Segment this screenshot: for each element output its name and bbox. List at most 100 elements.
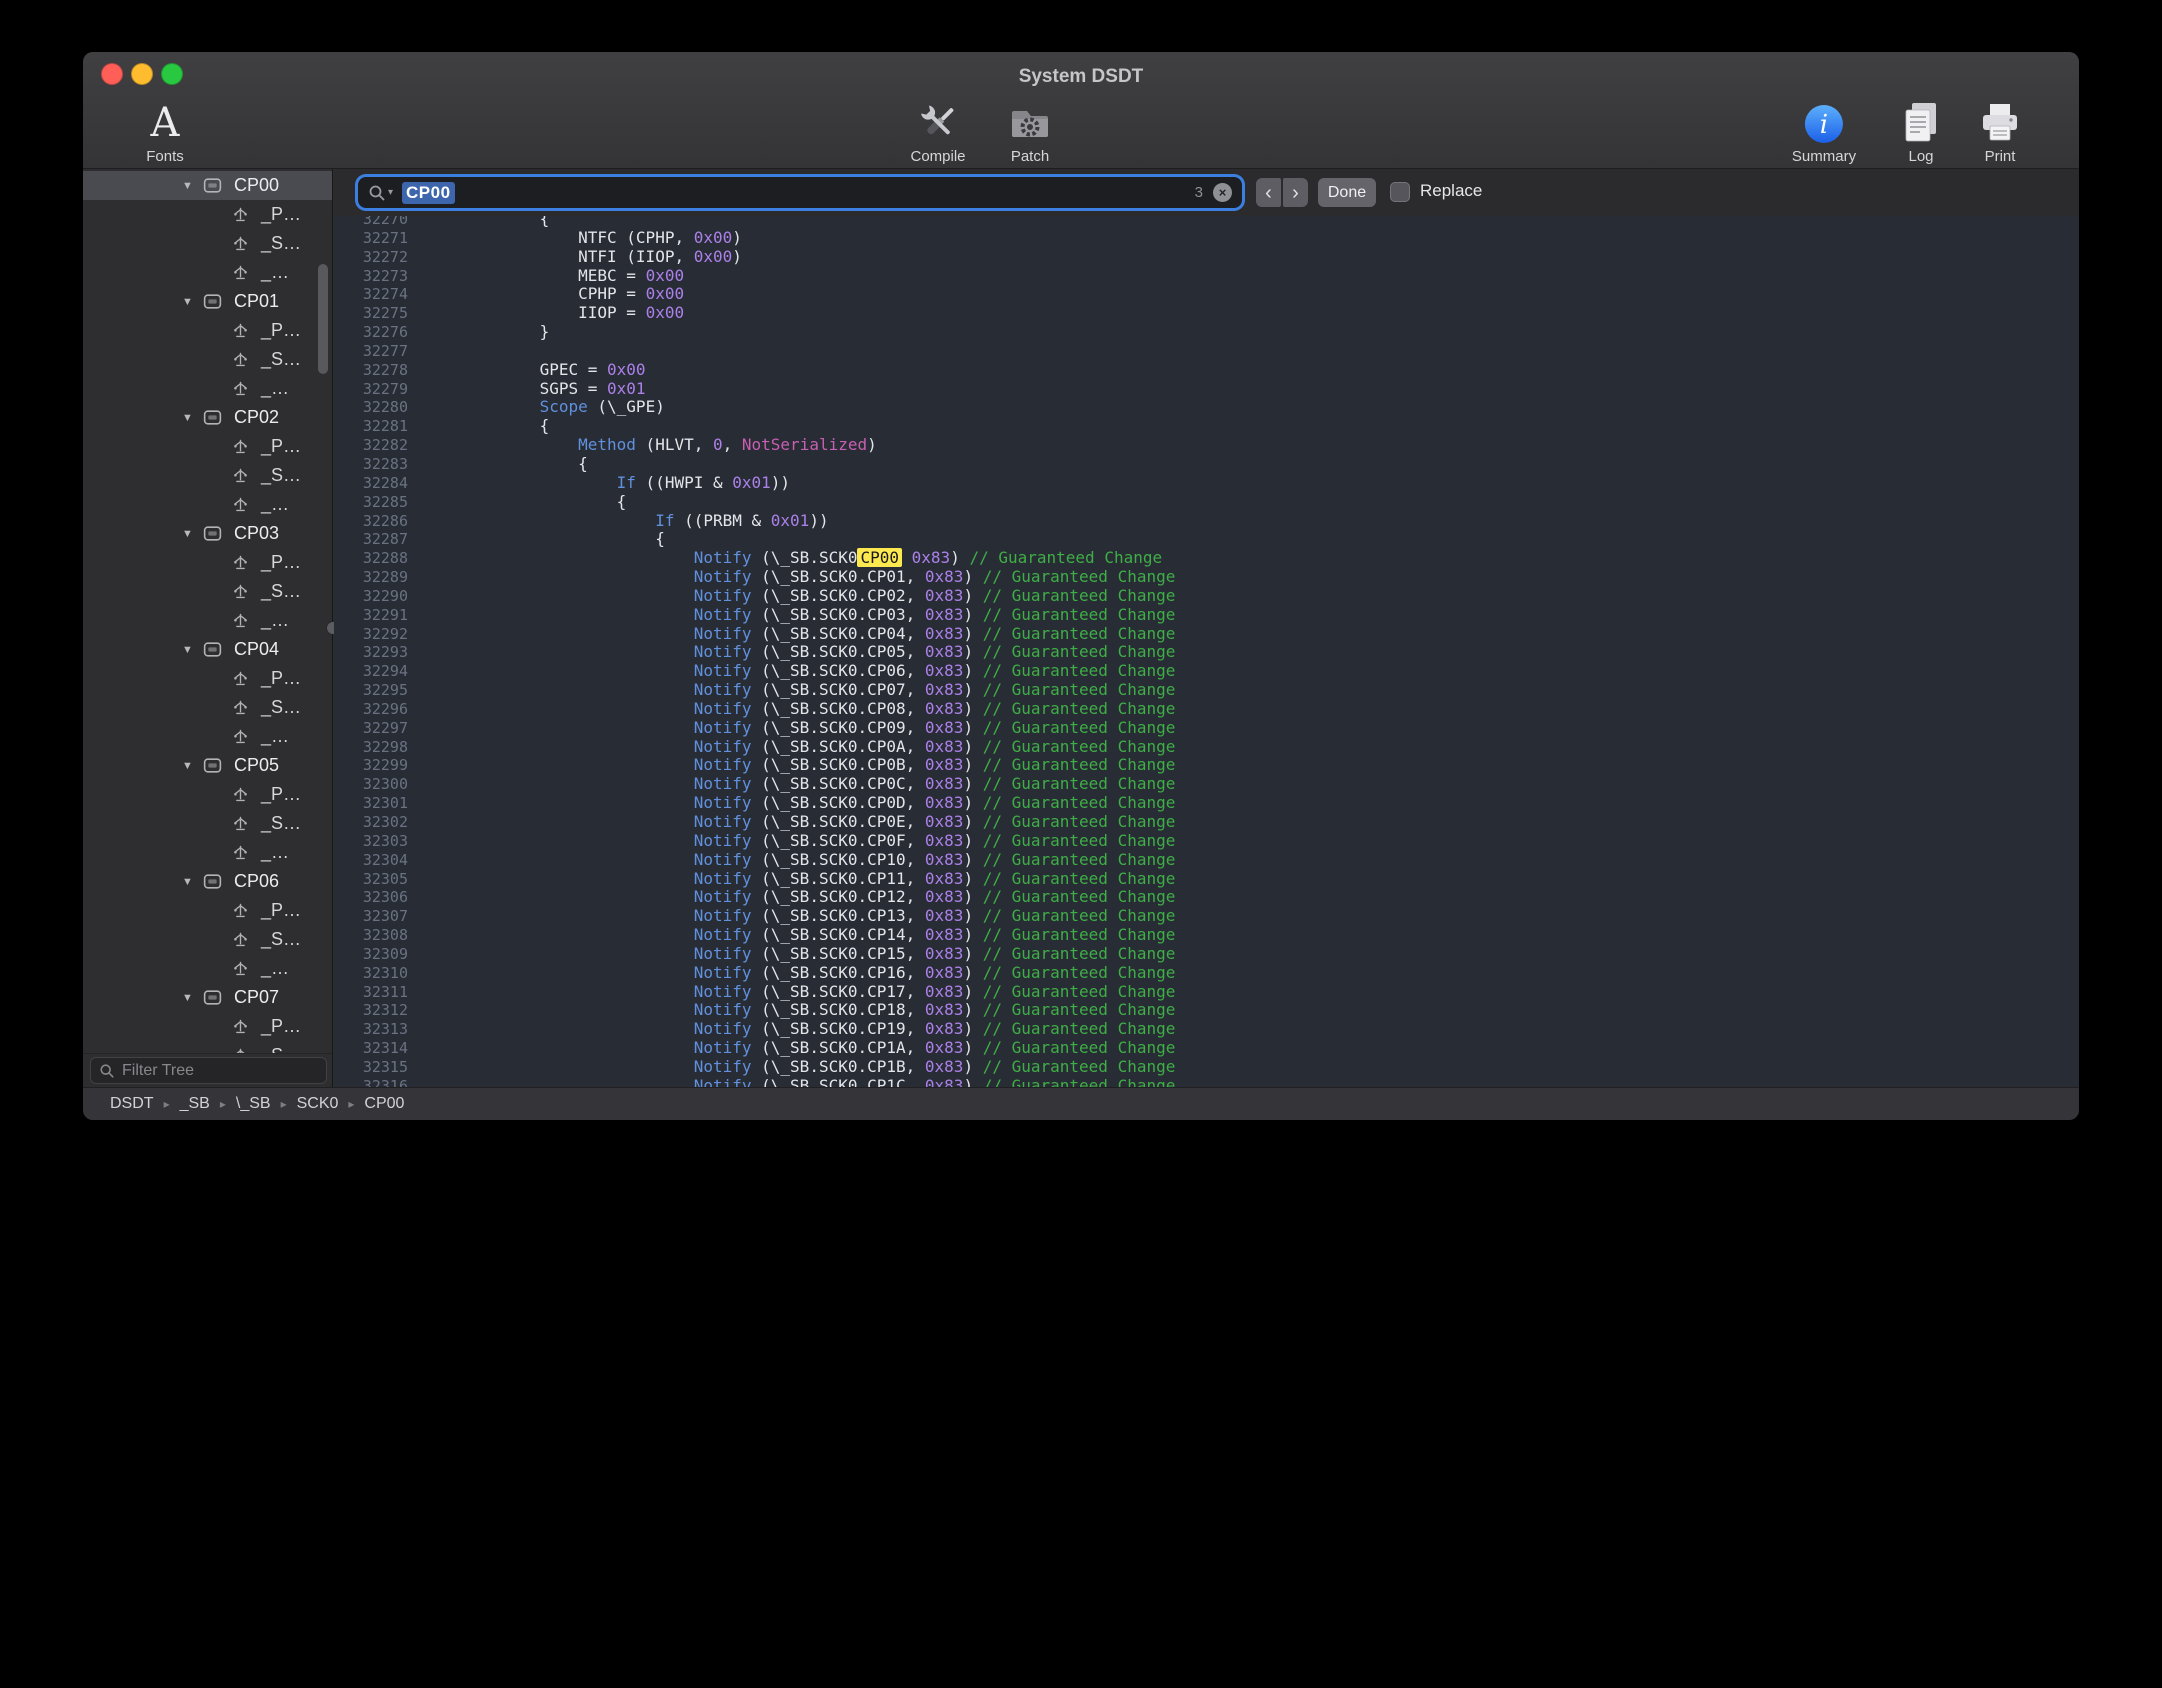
tree-node-child[interactable]: _S…: [83, 461, 332, 490]
summary-label: Summary: [1792, 148, 1856, 165]
tree-node-child[interactable]: _S…: [83, 693, 332, 722]
tree-node-child[interactable]: _P…: [83, 316, 332, 345]
code-line: 32296 Notify (\_SB.SCK0.CP08, 0x83) // G…: [334, 700, 2079, 719]
code-line: 32289 Notify (\_SB.SCK0.CP01, 0x83) // G…: [334, 568, 2079, 587]
code-editor[interactable]: 32270 {32271 NTFC (CPHP, 0x00)32272 NTFI…: [334, 216, 2079, 1087]
breadcrumb-item[interactable]: CP00: [364, 1095, 404, 1113]
tree-node-child[interactable]: _…: [83, 838, 332, 867]
method-icon: [231, 379, 250, 398]
device-icon: [202, 639, 223, 660]
method-icon: [231, 727, 250, 746]
method-icon: [231, 466, 250, 485]
tree-node-child[interactable]: _…: [83, 490, 332, 519]
method-icon: [231, 321, 250, 340]
breadcrumb-separator-icon: ▸: [281, 1097, 287, 1111]
match-count: 3: [1195, 184, 1203, 201]
patch-button[interactable]: Patch: [1007, 96, 1053, 165]
disclosure-triangle-icon[interactable]: ▼: [182, 528, 202, 540]
filter-tree-field[interactable]: Filter Tree: [90, 1057, 327, 1084]
tree-node-child[interactable]: _…: [83, 374, 332, 403]
tree-node-cp06[interactable]: ▼CP06: [83, 867, 332, 896]
replace-checkbox[interactable]: [1390, 182, 1410, 202]
tree-node-child[interactable]: _P…: [83, 548, 332, 577]
tree-node-cp02[interactable]: ▼CP02: [83, 403, 332, 432]
breadcrumb-item[interactable]: _SB: [180, 1095, 210, 1113]
breadcrumb-item[interactable]: DSDT: [110, 1095, 154, 1113]
disclosure-triangle-icon[interactable]: ▼: [182, 644, 202, 656]
method-icon: [231, 669, 250, 688]
tree-node-cp05[interactable]: ▼CP05: [83, 751, 332, 780]
sidebar-tree: ▼CP00_P…_S…_…▼CP01_P…_S…_…▼CP02_P…_S…_…▼…: [83, 171, 332, 1053]
content-area: ▼CP00_P…_S…_…▼CP01_P…_S…_…▼CP02_P…_S…_…▼…: [83, 169, 2079, 1087]
disclosure-triangle-icon[interactable]: ▼: [182, 296, 202, 308]
tree-node-child[interactable]: _P…: [83, 432, 332, 461]
tree-node-child[interactable]: _S…: [83, 577, 332, 606]
done-button[interactable]: Done: [1318, 178, 1376, 207]
tree-node-child[interactable]: _…: [83, 954, 332, 983]
tree-node-cp00[interactable]: ▼CP00: [83, 171, 332, 200]
code-line: 32292 Notify (\_SB.SCK0.CP04, 0x83) // G…: [334, 625, 2079, 644]
disclosure-triangle-icon[interactable]: ▼: [182, 412, 202, 424]
disclosure-triangle-icon[interactable]: ▼: [182, 760, 202, 772]
tree-node-cp03[interactable]: ▼CP03: [83, 519, 332, 548]
print-icon: [1977, 96, 2023, 146]
code-line: 32274 CPHP = 0x00: [334, 285, 2079, 304]
code-line: 32313 Notify (\_SB.SCK0.CP19, 0x83) // G…: [334, 1020, 2079, 1039]
code-line: 32307 Notify (\_SB.SCK0.CP13, 0x83) // G…: [334, 907, 2079, 926]
tree-node-cp07[interactable]: ▼CP07: [83, 983, 332, 1012]
compile-button[interactable]: Compile: [910, 96, 965, 165]
tree-node-child[interactable]: _…: [83, 258, 332, 287]
breadcrumb: DSDT▸_SB▸\_SB▸SCK0▸CP00: [83, 1087, 2079, 1120]
code-line: 32300 Notify (\_SB.SCK0.CP0C, 0x83) // G…: [334, 775, 2079, 794]
tree-node-child[interactable]: _S…: [83, 229, 332, 258]
tree-node-child[interactable]: _P…: [83, 1012, 332, 1041]
sidebar-scrollbar[interactable]: [318, 264, 328, 374]
disclosure-triangle-icon[interactable]: ▼: [182, 180, 202, 192]
find-input[interactable]: ▾ CP00 3 ×: [358, 177, 1242, 208]
fonts-button[interactable]: A Fonts: [146, 96, 184, 165]
tree-node-child[interactable]: _P…: [83, 780, 332, 809]
summary-icon: i: [1802, 96, 1846, 146]
fonts-icon: A: [151, 96, 180, 146]
filter-placeholder: Filter Tree: [122, 1062, 194, 1080]
main-pane: ▾ CP00 3 × ‹ › Done Replace 32270: [334, 169, 2079, 1087]
breadcrumb-item[interactable]: \_SB: [236, 1095, 271, 1113]
breadcrumb-item[interactable]: SCK0: [297, 1095, 339, 1113]
method-icon: [231, 553, 250, 572]
svg-text:i: i: [1820, 110, 1828, 140]
tree-node-child[interactable]: _S…: [83, 925, 332, 954]
tree-node-cp01[interactable]: ▼CP01: [83, 287, 332, 316]
method-icon: [231, 814, 250, 833]
summary-button[interactable]: i Summary: [1792, 96, 1856, 165]
tree-node-child[interactable]: _S…: [83, 345, 332, 374]
code-line: 32315 Notify (\_SB.SCK0.CP1B, 0x83) // G…: [334, 1058, 2079, 1077]
print-button[interactable]: Print: [1977, 96, 2023, 165]
tree-node-child[interactable]: _S…: [83, 809, 332, 838]
code-line: 32298 Notify (\_SB.SCK0.CP0A, 0x83) // G…: [334, 738, 2079, 757]
clear-search-icon[interactable]: ×: [1213, 183, 1232, 202]
desktop: System DSDT A Fonts: [0, 0, 2162, 1688]
code-line: 32281 {: [334, 417, 2079, 436]
code-line: 32275 IIOP = 0x00: [334, 304, 2079, 323]
tree-node-child[interactable]: _S…: [83, 1041, 332, 1053]
find-next-button[interactable]: ›: [1283, 178, 1308, 207]
code-line: 32283 {: [334, 455, 2079, 474]
code-line: 32308 Notify (\_SB.SCK0.CP14, 0x83) // G…: [334, 926, 2079, 945]
tree-node-child[interactable]: _P…: [83, 664, 332, 693]
disclosure-triangle-icon[interactable]: ▼: [182, 876, 202, 888]
find-previous-button[interactable]: ‹: [1256, 178, 1281, 207]
disclosure-triangle-icon[interactable]: ▼: [182, 992, 202, 1004]
search-menu-icon[interactable]: ▾: [368, 184, 393, 202]
method-icon: [231, 698, 250, 717]
tree-node-child[interactable]: _P…: [83, 200, 332, 229]
tree-node-child[interactable]: _P…: [83, 896, 332, 925]
log-button[interactable]: Log: [1899, 96, 1943, 165]
device-icon: [202, 175, 223, 196]
tree-node-child[interactable]: _…: [83, 722, 332, 751]
tree-node-cp04[interactable]: ▼CP04: [83, 635, 332, 664]
device-icon: [202, 407, 223, 428]
tree-node-child[interactable]: _…: [83, 606, 332, 635]
method-icon: [231, 930, 250, 949]
code-line: 32277: [334, 342, 2079, 361]
find-nav-buttons: ‹ ›: [1256, 178, 1308, 207]
